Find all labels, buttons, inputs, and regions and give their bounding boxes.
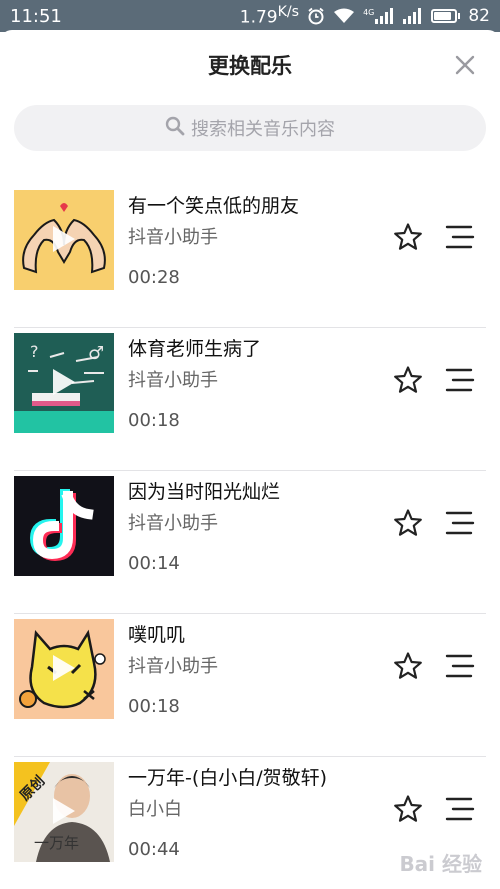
close-icon	[455, 55, 475, 75]
song-title: 有一个笑点低的朋友	[128, 195, 300, 217]
network-speed-value: 1.79	[239, 7, 278, 28]
song-item[interactable]: 噗叽叽 抖音小助手 00:18	[0, 614, 500, 757]
song-cover[interactable]	[14, 476, 114, 576]
song-title: 因为当时阳光灿烂	[128, 481, 281, 503]
status-icons: 1.79K/s 4G 82	[240, 4, 490, 28]
favorite-star-icon[interactable]	[393, 365, 423, 399]
battery-level: 82	[468, 6, 490, 26]
svg-text:♂: ♂	[88, 343, 104, 364]
play-icon[interactable]	[51, 653, 77, 683]
play-icon[interactable]	[51, 367, 77, 397]
song-duration: 00:28	[128, 267, 180, 288]
status-time: 11:51	[10, 5, 62, 27]
song-duration: 00:18	[128, 696, 180, 717]
song-cover[interactable]	[14, 619, 114, 719]
watermark: Bai 经验	[399, 852, 482, 876]
play-icon[interactable]	[51, 224, 77, 254]
song-author: 抖音小助手	[128, 656, 218, 677]
song-title: 一万年-(白小白/贺敬轩)	[128, 767, 328, 789]
svg-text:?: ?	[30, 342, 39, 361]
favorite-star-icon[interactable]	[393, 794, 423, 828]
network-speed: 1.79K/s	[240, 4, 299, 28]
more-menu-icon[interactable]	[445, 654, 475, 682]
battery-icon	[431, 9, 461, 23]
favorite-star-icon[interactable]	[393, 651, 423, 685]
more-menu-icon[interactable]	[445, 368, 475, 396]
song-duration: 00:18	[128, 410, 180, 431]
tiktok-logo-icon	[14, 476, 114, 576]
more-menu-icon[interactable]	[445, 797, 475, 825]
song-title: 体育老师生病了	[128, 338, 262, 360]
song-item[interactable]: ? ♂ 体育老师生病了 抖音小助手 00:18	[0, 328, 500, 471]
network-type: 4G	[363, 8, 375, 17]
song-item[interactable]: 有一个笑点低的朋友 抖音小助手 00:28	[0, 185, 500, 328]
search-icon	[165, 116, 185, 140]
song-duration: 00:44	[128, 839, 180, 860]
more-menu-icon[interactable]	[445, 511, 475, 539]
song-duration: 00:14	[128, 553, 180, 574]
network-speed-unit: K/s	[277, 4, 300, 21]
search-placeholder: 搜索相关音乐内容	[191, 119, 335, 140]
song-list: 有一个笑点低的朋友 抖音小助手 00:28 ? ♂ 体育老师生病了 抖音小助手 …	[0, 185, 500, 889]
song-title: 噗叽叽	[128, 624, 186, 646]
song-cover[interactable]	[14, 190, 114, 290]
alarm-icon	[307, 7, 325, 25]
signal-icon	[403, 8, 423, 24]
sheet-header: 更换配乐	[0, 30, 500, 100]
favorite-star-icon[interactable]	[393, 222, 423, 256]
song-author: 白小白	[128, 799, 182, 820]
signal-4g-icon: 4G	[363, 8, 395, 24]
close-button[interactable]	[452, 52, 478, 78]
more-menu-icon[interactable]	[445, 225, 475, 253]
song-author: 抖音小助手	[128, 227, 218, 248]
cover-title: 一万年	[34, 834, 80, 852]
song-author: 抖音小助手	[128, 513, 218, 534]
favorite-star-icon[interactable]	[393, 508, 423, 542]
status-bar: 11:51 1.79K/s 4G 82	[0, 0, 500, 32]
song-item[interactable]: 因为当时阳光灿烂 抖音小助手 00:14	[0, 471, 500, 614]
page-title: 更换配乐	[208, 54, 292, 78]
music-picker-sheet: 更换配乐 搜索相关音乐内容 有一个笑点低的朋友 抖音小助手 00:28 ? ♂ …	[0, 30, 500, 889]
search-input[interactable]: 搜索相关音乐内容	[14, 105, 486, 151]
song-author: 抖音小助手	[128, 370, 218, 391]
song-cover[interactable]: ? ♂	[14, 333, 114, 433]
play-icon[interactable]	[51, 796, 77, 826]
song-cover[interactable]: 原创 一万年	[14, 762, 114, 862]
wifi-icon	[333, 8, 355, 24]
